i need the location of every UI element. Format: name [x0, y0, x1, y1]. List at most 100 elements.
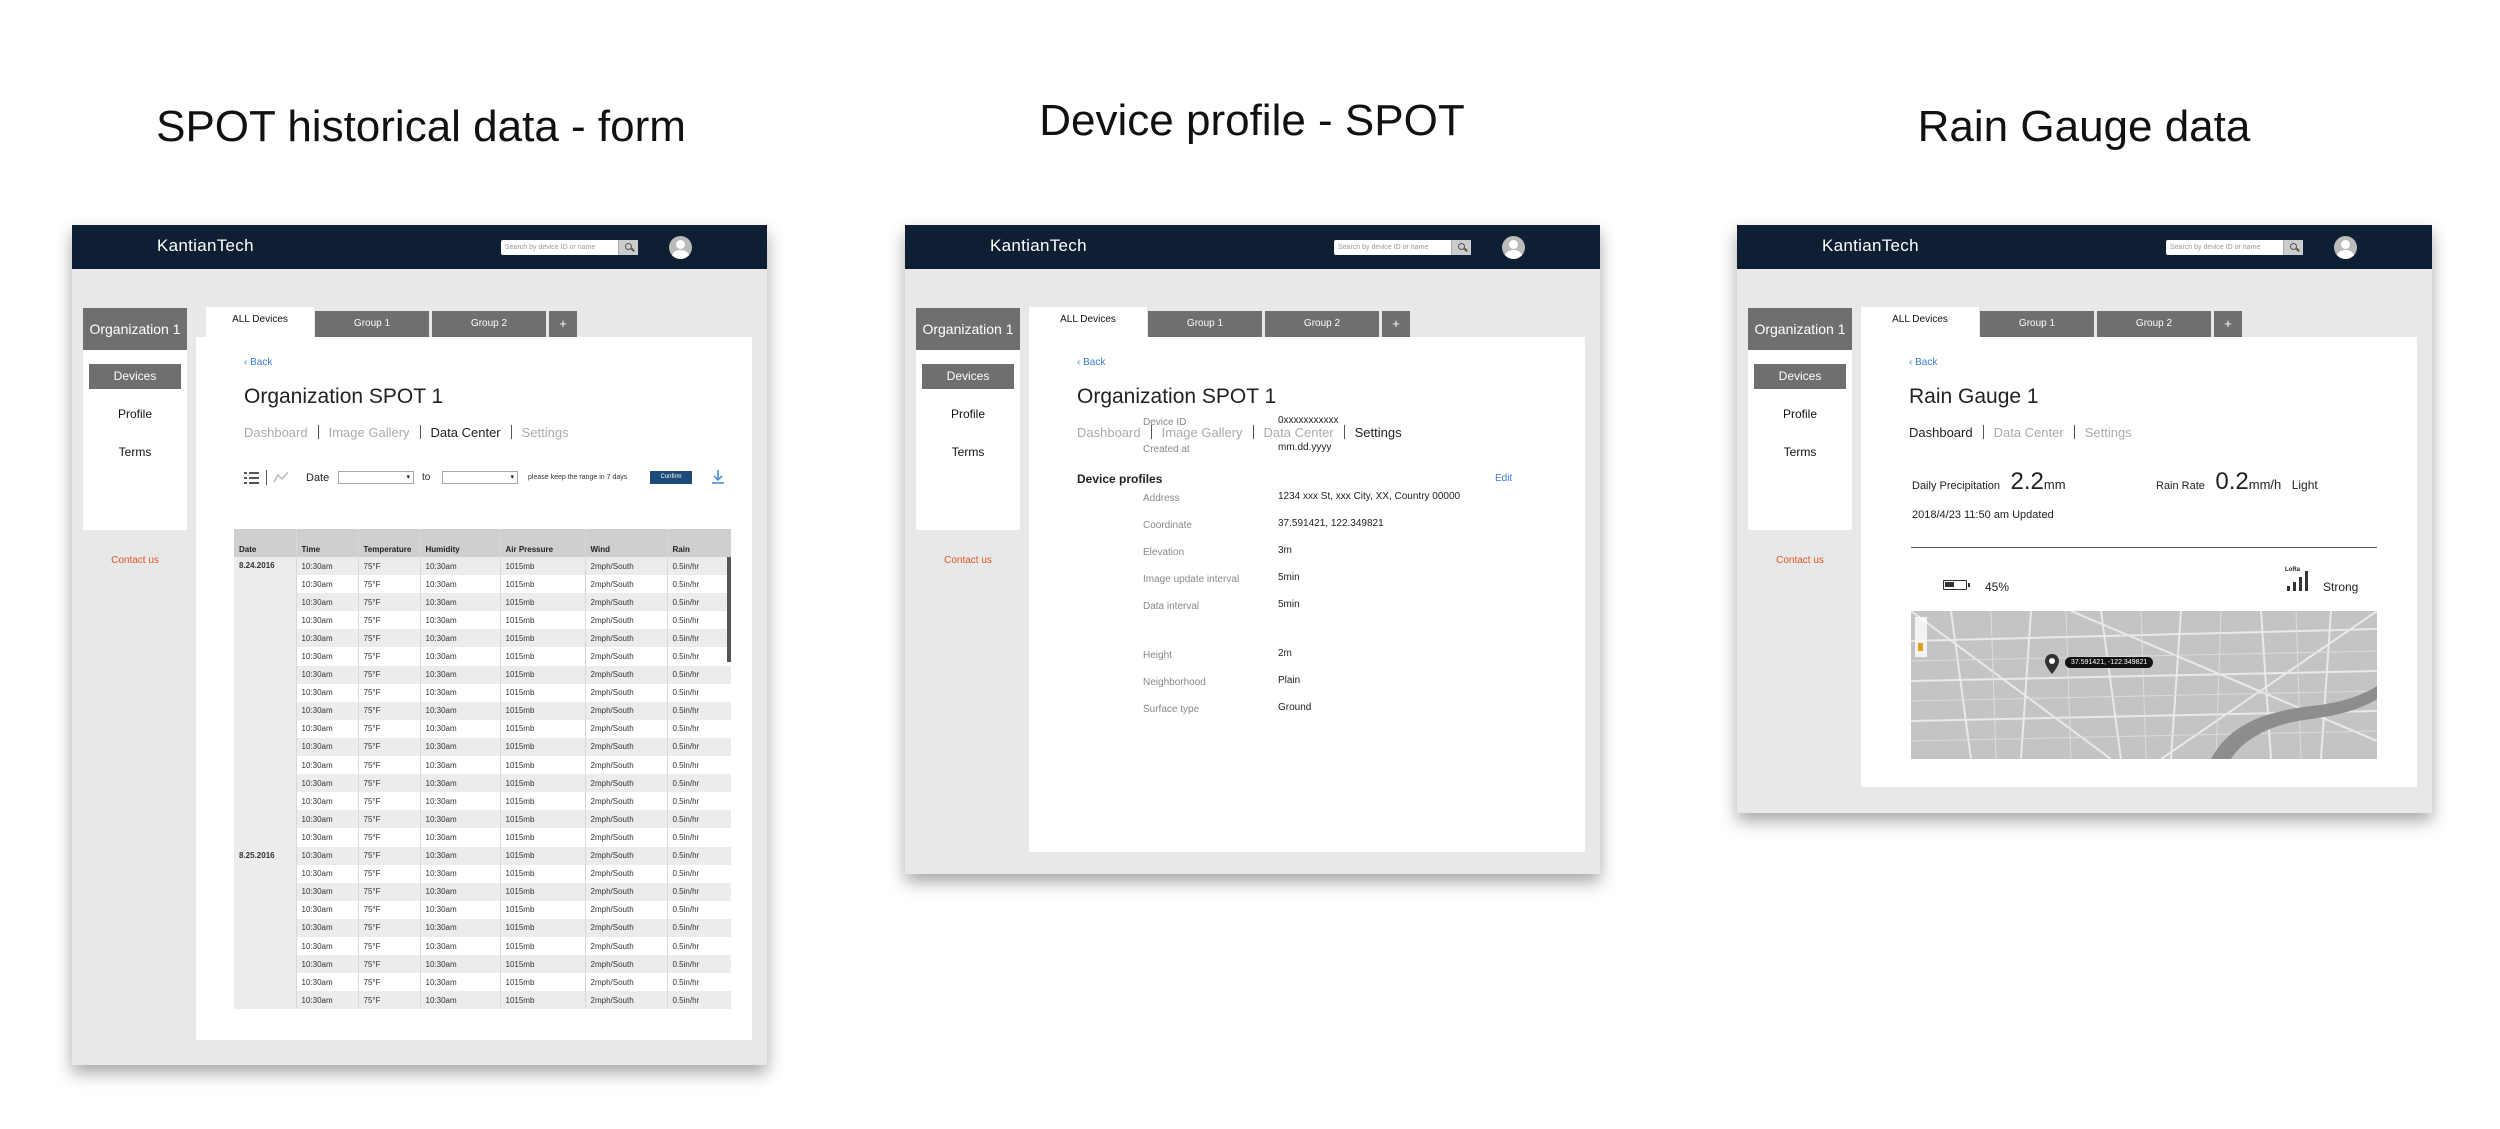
table-cell: 10:30am	[419, 611, 500, 630]
sidebar-item-devices[interactable]: Devices	[1754, 364, 1846, 389]
table-cell: 10:30am	[419, 792, 500, 811]
back-link[interactable]: ‹ Back	[1909, 357, 1937, 368]
table-cell: 2mph/South	[584, 936, 667, 956]
table-cell: 10:30am	[295, 683, 358, 702]
contact-link[interactable]: Contact us	[83, 555, 187, 566]
search-input[interactable]: Search by device ID or name	[2166, 240, 2303, 255]
sidebar-item-terms[interactable]: Terms	[89, 440, 181, 465]
sidebar-item-terms[interactable]: Terms	[1754, 440, 1846, 465]
sidebar-item-terms[interactable]: Terms	[922, 440, 1014, 465]
table-cell: 2mph/South	[584, 846, 667, 865]
list-view-icon[interactable]	[244, 472, 259, 484]
sidebar-item-devices[interactable]: Devices	[922, 364, 1014, 389]
search-input[interactable]: Search by device ID or name	[501, 240, 638, 255]
tab-add[interactable]: +	[2214, 311, 2242, 337]
back-link[interactable]: ‹ Back	[244, 357, 272, 368]
heading-rain-gauge: Rain Gauge data	[1917, 102, 2251, 151]
org-selector[interactable]: Organization 1	[916, 308, 1020, 350]
subnav-dashboard[interactable]: Dashboard	[1909, 425, 1973, 440]
table-cell: 10:30am	[295, 647, 358, 666]
search-input[interactable]: Search by device ID or name	[1334, 240, 1471, 255]
data-table: Date Time Temperature Humidity Air Press…	[234, 529, 731, 1010]
table-cell: 0.5in/hr	[666, 756, 731, 775]
table-cell: 1015mb	[499, 828, 585, 847]
avatar[interactable]	[669, 236, 692, 259]
search-icon[interactable]	[2283, 240, 2303, 255]
tab-add[interactable]: +	[549, 311, 577, 337]
confirm-button[interactable]: Confirm	[650, 471, 692, 484]
table-cell: 1015mb	[499, 557, 585, 576]
download-icon[interactable]	[711, 469, 725, 485]
location-map[interactable]: 37.591421, -122.349821	[1911, 611, 2377, 759]
date-from-select[interactable]: ▾	[338, 471, 414, 484]
table-cell: 1015mb	[499, 611, 585, 630]
back-link[interactable]: ‹ Back	[1077, 357, 1105, 368]
search-icon[interactable]	[618, 240, 638, 255]
table-cell: 10:30am	[419, 575, 500, 594]
signal-icon: LoRa	[2285, 567, 2313, 591]
search-icon[interactable]	[1451, 240, 1471, 255]
table-row: 10:30am 75°F 10:30am 1015mb 2mph/South 0.5in/…	[234, 719, 731, 738]
tab-group-1[interactable]: Group 1	[1980, 311, 2094, 337]
table-cell: 10:30am	[419, 629, 500, 648]
subnav-data-center[interactable]: Data Center	[431, 425, 501, 440]
table-row: 10:30am 75°F 10:30am 1015mb 2mph/South 0.5in/…	[234, 701, 731, 720]
table-cell: 0.5in/hr	[666, 647, 731, 666]
table-cell: 10:30am	[419, 737, 500, 757]
org-selector[interactable]: Organization 1	[1748, 308, 1852, 350]
table-cell: 10:30am	[419, 647, 500, 666]
sidebar-item-profile[interactable]: Profile	[922, 402, 1014, 427]
contact-link[interactable]: Contact us	[916, 555, 1020, 566]
subnav-data-center[interactable]: Data Center	[1994, 425, 2064, 440]
subnav-dashboard[interactable]: Dashboard	[1077, 425, 1141, 440]
avatar[interactable]	[1502, 236, 1525, 259]
table-cell: 2mph/South	[584, 665, 667, 684]
table-row: 10:30am 75°F 10:30am 1015mb 2mph/South 0.5in/…	[234, 683, 731, 702]
tab-all-devices[interactable]: ALL Devices	[206, 307, 314, 337]
tab-all-devices[interactable]: ALL Devices	[1861, 307, 1979, 337]
subnav-settings[interactable]: Settings	[1355, 425, 1402, 440]
sidebar-item-devices[interactable]: Devices	[89, 364, 181, 389]
table-cell: 1015mb	[499, 973, 585, 992]
field-value: 5min	[1278, 572, 1300, 583]
subnav-data-center[interactable]: Data Center	[1264, 425, 1334, 440]
edit-link[interactable]: Edit	[1495, 473, 1512, 484]
back-label: Back	[1083, 357, 1106, 368]
tab-group-1[interactable]: Group 1	[315, 311, 429, 337]
field-value: 3m	[1278, 545, 1292, 556]
subnav-image-gallery[interactable]: Image Gallery	[329, 425, 410, 440]
table-cell: 75°F	[357, 701, 420, 720]
table-cell: 10:30am	[295, 936, 358, 956]
table-row: 10:30am 75°F 10:30am 1015mb 2mph/South 0.5in/…	[234, 611, 731, 630]
subnav-dashboard[interactable]: Dashboard	[244, 425, 308, 440]
tab-all-devices[interactable]: ALL Devices	[1029, 307, 1147, 337]
sidebar-item-profile[interactable]: Profile	[89, 402, 181, 427]
date-to-select[interactable]: ▾	[442, 471, 518, 484]
field-label: Elevation	[1143, 547, 1185, 558]
tab-add[interactable]: +	[1382, 311, 1410, 337]
table-cell: 10:30am	[295, 900, 358, 919]
subnav-settings[interactable]: Settings	[522, 425, 569, 440]
contact-link[interactable]: Contact us	[1748, 555, 1852, 566]
table-cell: 2mph/South	[584, 864, 667, 883]
range-hint: please keep the range in 7 days	[528, 474, 628, 481]
table-cell: 1015mb	[499, 864, 585, 883]
table-cell: 10:30am	[295, 665, 358, 684]
tab-group-2[interactable]: Group 2	[1265, 311, 1379, 337]
table-cell: 10:30am	[295, 737, 358, 757]
table-cell: 10:30am	[419, 810, 500, 829]
org-selector[interactable]: Organization 1	[83, 308, 187, 350]
chart-view-icon[interactable]	[273, 470, 289, 484]
rate-desc: Light	[2291, 478, 2318, 492]
avatar[interactable]	[2334, 236, 2357, 259]
tab-group-2[interactable]: Group 2	[2097, 311, 2211, 337]
table-cell: 1015mb	[499, 936, 585, 956]
tab-group-2[interactable]: Group 2	[432, 311, 546, 337]
table-cell: 75°F	[357, 864, 420, 883]
table-scrollbar[interactable]	[727, 557, 731, 662]
tab-group-1[interactable]: Group 1	[1148, 311, 1262, 337]
subnav-settings[interactable]: Settings	[2085, 425, 2132, 440]
sidebar-item-profile[interactable]: Profile	[1754, 402, 1846, 427]
table-cell: 75°F	[357, 647, 420, 666]
table-cell: 75°F	[357, 774, 420, 793]
